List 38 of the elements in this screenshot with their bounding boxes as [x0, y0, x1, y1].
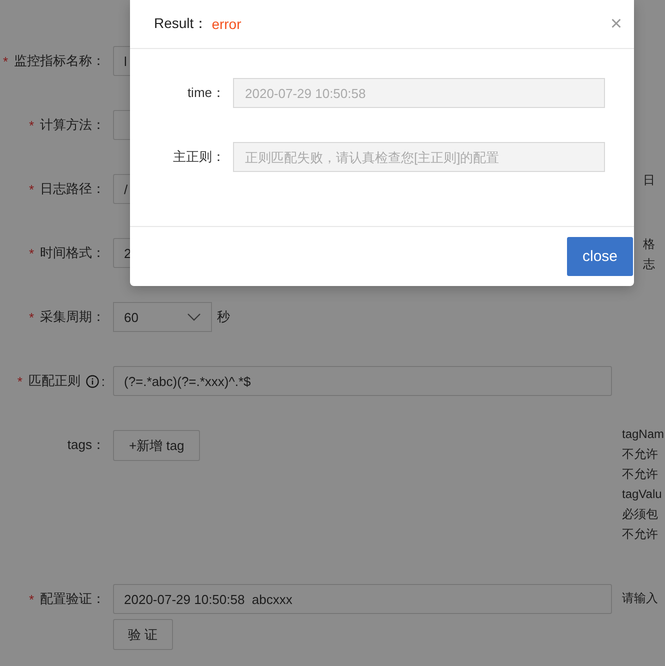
unit-label: 秒 — [217, 308, 230, 326]
required-asterisk: * — [28, 592, 34, 606]
hint-text: tagValu — [622, 486, 663, 502]
hint-text: 请输入 — [622, 590, 658, 606]
chevron-down-icon — [187, 313, 201, 321]
field-label: tags： — [67, 436, 105, 454]
field-label: 主正则： — [172, 148, 225, 166]
hint-text: 格 — [643, 236, 655, 252]
field-label: 采集周期： — [40, 308, 105, 326]
required-asterisk: * — [28, 182, 34, 196]
hint-text: tagNam — [622, 426, 664, 442]
required-asterisk: * — [28, 310, 34, 324]
required-asterisk: * — [28, 118, 34, 132]
field-label: 计算方法： — [40, 116, 105, 134]
field-label: 配置验证： — [40, 590, 105, 608]
required-asterisk: * — [28, 246, 34, 260]
hint-text: 日 — [643, 172, 655, 188]
required-asterisk: * — [2, 54, 8, 68]
field-label: 监控指标名称： — [14, 52, 105, 70]
hint-text: 不允许 — [622, 526, 659, 542]
required-asterisk: * — [17, 374, 22, 388]
field-label: 匹配正则 — [28, 372, 80, 390]
label-colon: : — [101, 374, 105, 388]
hint-text: 必须包 — [622, 506, 659, 522]
hint-text: 志 — [643, 256, 655, 272]
field-label: 日志路径： — [40, 180, 105, 198]
close-button[interactable]: close — [567, 237, 633, 276]
field-label: 时间格式： — [40, 244, 105, 262]
dialog-title: Result： — [154, 15, 208, 33]
status-text: error — [212, 16, 242, 32]
hint-text: 不允许 — [622, 466, 659, 482]
text-field[interactable]: 2020-07-29 10:50:58 abcxxx — [113, 584, 612, 614]
hint-text: 不允许 — [622, 446, 659, 462]
field-label: time： — [186, 84, 225, 102]
verify-button[interactable]: 验 证 — [113, 619, 173, 650]
text-field[interactable]: (?=.*abc)(?=.*xxx)^.*$ — [113, 366, 612, 396]
add-tag-button[interactable]: +新增 tag — [113, 430, 200, 461]
period-dropdown[interactable]: 60 — [113, 302, 212, 332]
